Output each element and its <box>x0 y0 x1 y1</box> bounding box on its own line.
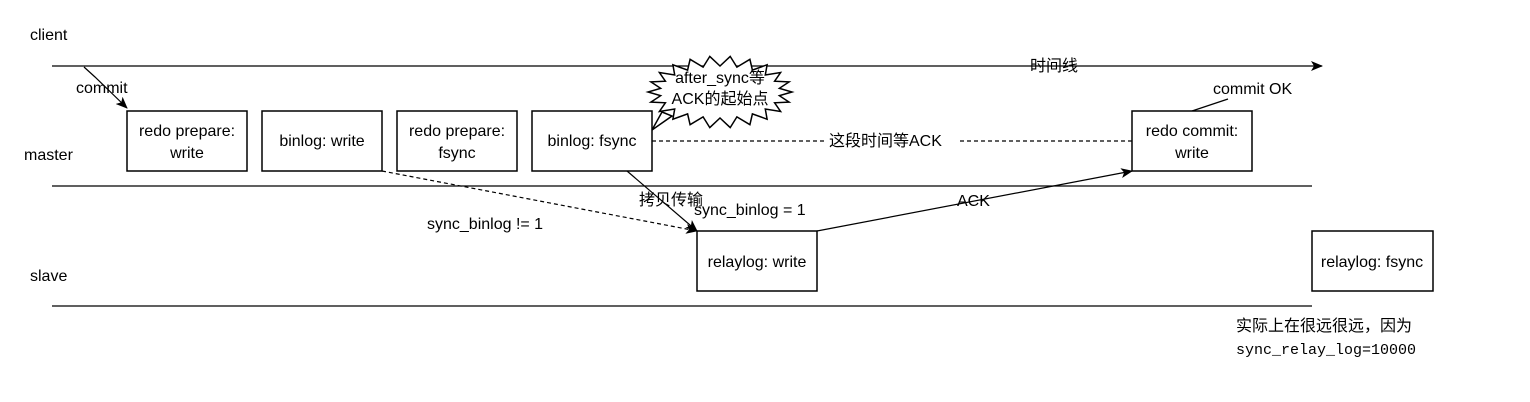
box-label-line1: redo prepare: <box>139 123 235 140</box>
lane-label-master: master <box>24 147 74 164</box>
ack-label: ACK <box>957 193 990 210</box>
note-line2: sync_relay_log=10000 <box>1236 342 1416 359</box>
commit-label: commit <box>76 80 128 97</box>
box-redo-prepare-write: redo prepare: write <box>126 110 248 172</box>
box-label: binlog: write <box>279 133 364 150</box>
after-sync-callout: after_sync等 ACK的起始点 <box>645 55 795 131</box>
box-label-line1: redo commit: <box>1146 123 1238 140</box>
box-label-line2: write <box>169 145 204 162</box>
commit-ok-label: commit OK <box>1213 81 1292 98</box>
box-label-line2: fsync <box>438 145 475 162</box>
box-label-line1: redo prepare: <box>409 123 505 140</box>
lane-label-client: client <box>30 27 68 44</box>
box-relaylog-write: relaylog: write <box>696 230 818 292</box>
box-binlog-fsync: binlog: fsync <box>531 110 653 172</box>
box-label: binlog: fsync <box>548 133 637 150</box>
box-redo-commit-write: redo commit: write <box>1131 110 1253 172</box>
box-label: relaylog: fsync <box>1321 254 1423 271</box>
wait-ack-label: 这段时间等ACK <box>829 132 942 150</box>
box-relaylog-fsync: relaylog: fsync <box>1311 230 1434 292</box>
timeline-label: 时间线 <box>1030 57 1078 75</box>
sync-binlog-eq1-label: sync_binlog = 1 <box>694 202 806 219</box>
semi-sync-replication-diagram: client master slave 时间线 commit commit OK… <box>24 27 1434 359</box>
note-line1: 实际上在很远很远，因为 <box>1236 317 1412 335</box>
box-label: relaylog: write <box>708 254 807 271</box>
callout-line2: ACK的起始点 <box>672 90 769 108</box>
box-label-line2: write <box>1174 145 1209 162</box>
box-binlog-write: binlog: write <box>261 110 383 172</box>
commit-ok-line <box>1191 98 1229 112</box>
lane-label-slave: slave <box>30 268 67 285</box>
box-redo-prepare-fsync: redo prepare: fsync <box>396 110 518 172</box>
sync-binlog-ne1-label: sync_binlog != 1 <box>427 216 543 233</box>
callout-line1: after_sync等 <box>675 69 765 87</box>
